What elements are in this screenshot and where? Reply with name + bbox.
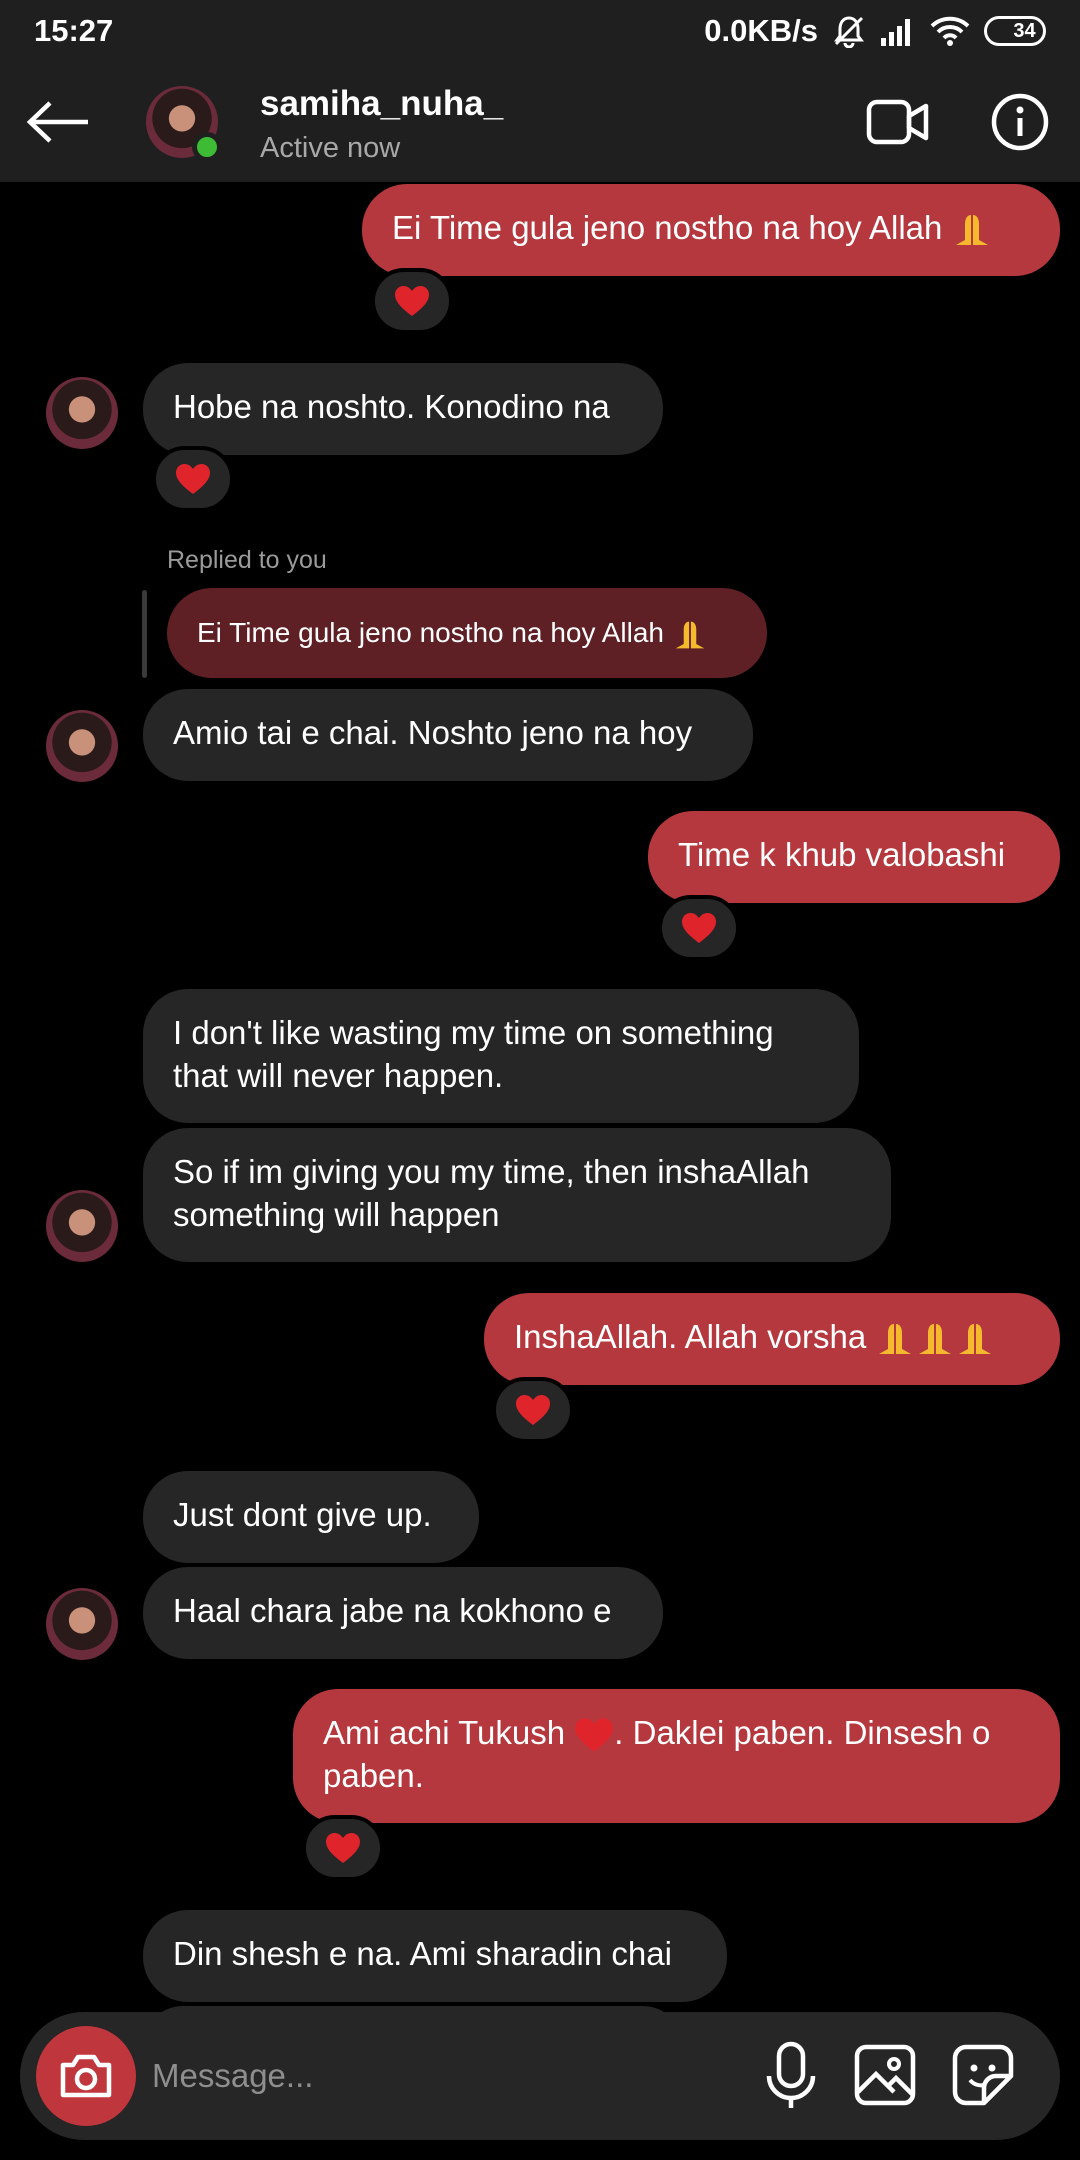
message-bubble-received[interactable]: Just dont give up. <box>143 1471 479 1563</box>
info-button[interactable] <box>990 92 1050 152</box>
online-indicator <box>192 132 222 162</box>
status-time: 15:27 <box>34 13 114 48</box>
video-camera-icon <box>866 99 929 145</box>
message-bubble-sent[interactable]: Time k khub valobashi <box>648 811 1060 903</box>
info-circle-icon <box>991 93 1049 151</box>
active-status: Active now <box>260 132 401 164</box>
dm-thread-screen: 15:27 0.0KB/s 34 samiha_nuha_ Active now… <box>0 0 1080 2160</box>
reaction-heart[interactable] <box>152 446 234 512</box>
folded-hands-emoji <box>879 1324 912 1355</box>
reaction-heart[interactable] <box>371 268 453 334</box>
folded-hands-emoji <box>675 621 705 649</box>
status-icons: 0.0KB/s 34 <box>704 13 1046 49</box>
microphone-icon <box>766 2041 816 2108</box>
heart-icon <box>395 286 429 316</box>
battery-icon: 34 <box>984 16 1046 46</box>
folded-hands-emoji <box>919 1324 952 1355</box>
status-bar: 15:27 0.0KB/s 34 <box>0 0 1080 62</box>
folded-hands-emoji <box>959 1324 992 1355</box>
gallery-button[interactable] <box>852 2042 918 2108</box>
camera-icon <box>60 2054 112 2098</box>
camera-button[interactable] <box>36 2026 136 2126</box>
reply-indicator-bar <box>142 590 147 678</box>
message-bubble-sent[interactable]: Ei Time gula jeno nostho na hoy Allah <box>362 184 1060 276</box>
sender-avatar[interactable] <box>46 377 118 449</box>
message-composer <box>20 2012 1060 2140</box>
reaction-heart[interactable] <box>658 895 740 961</box>
sender-avatar[interactable] <box>46 1190 118 1262</box>
message-bubble-received[interactable]: Din shesh e na. Ami sharadin chai <box>143 1910 727 2002</box>
arrow-left-icon <box>26 101 88 143</box>
image-icon <box>854 2044 916 2106</box>
message-bubble-received[interactable]: Haal chara jabe na kokhono e <box>143 1567 663 1659</box>
folded-hands-emoji <box>955 215 988 246</box>
message-input[interactable] <box>152 2046 732 2106</box>
message-bubble-received[interactable]: So if im giving you my time, then inshaA… <box>143 1128 891 1262</box>
reaction-heart[interactable] <box>492 1377 574 1443</box>
message-bubble-received[interactable]: Hobe na noshto. Konodino na <box>143 363 663 455</box>
reaction-heart[interactable] <box>302 1815 384 1881</box>
sticker-icon <box>952 2044 1014 2106</box>
heart-emoji <box>575 1718 614 1752</box>
profile-avatar[interactable] <box>146 86 222 162</box>
back-button[interactable] <box>26 92 96 152</box>
quoted-message[interactable]: Ei Time gula jeno nostho na hoy Allah <box>167 588 767 678</box>
message-bubble-received[interactable]: Amio tai e chai. Noshto jeno na hoy <box>143 689 753 781</box>
heart-icon <box>682 913 716 943</box>
message-bubble-sent[interactable]: Ami achi Tukush . Daklei paben. Dinsesh … <box>293 1689 1060 1823</box>
battery-level: 34 <box>1013 19 1036 42</box>
sender-avatar[interactable] <box>46 1588 118 1660</box>
network-speed: 0.0KB/s <box>704 13 818 48</box>
sticker-button[interactable] <box>950 2042 1016 2108</box>
heart-icon <box>176 464 210 494</box>
username[interactable]: samiha_nuha_ <box>260 84 503 124</box>
signal-icon <box>880 16 916 46</box>
conversation-header: samiha_nuha_ Active now <box>0 62 1080 182</box>
message-bubble-sent[interactable]: InshaAllah. Allah vorsha <box>484 1293 1060 1385</box>
heart-icon <box>326 1833 360 1863</box>
video-call-button[interactable] <box>866 96 930 148</box>
replied-to-label: Replied to you <box>167 546 327 574</box>
message-bubble-received[interactable]: I don't like wasting my time on somethin… <box>143 989 859 1123</box>
wifi-icon <box>930 16 970 46</box>
mute-bell-icon <box>832 14 866 48</box>
heart-icon <box>516 1395 550 1425</box>
microphone-button[interactable] <box>756 2040 826 2112</box>
sender-avatar[interactable] <box>46 710 118 782</box>
